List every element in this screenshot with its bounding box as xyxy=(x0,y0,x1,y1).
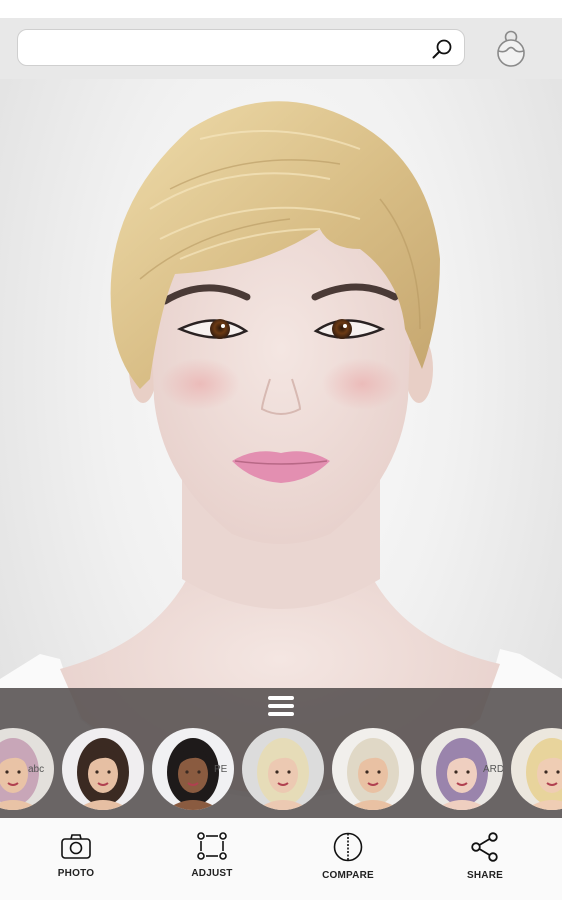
hairstyle-photo xyxy=(256,738,310,810)
hairstyle-thumbnail[interactable]: ARDS xyxy=(421,728,503,810)
right-cheek xyxy=(322,358,402,410)
bottom-toolbar: PHOTO ADJUST COMPARE SHARE xyxy=(0,818,562,900)
hairstyle-photo: GR xyxy=(525,738,562,810)
top-bar xyxy=(0,18,562,79)
adjust-label: ADJUST xyxy=(191,868,233,879)
hairstyle-thumbnail[interactable]: PE xyxy=(152,728,234,810)
share-button[interactable]: SHARE xyxy=(440,832,530,892)
search-field[interactable] xyxy=(17,29,465,66)
share-icon xyxy=(471,832,498,862)
search-input[interactable] xyxy=(28,36,432,62)
search-icon[interactable] xyxy=(430,37,454,61)
hairstyle-photo xyxy=(346,738,400,810)
hamburger-menu-icon[interactable] xyxy=(266,694,296,720)
hairstyle-thumbnail[interactable] xyxy=(242,728,324,810)
hairstyle-thumbnail[interactable]: GR xyxy=(511,728,562,810)
thumbnail-backdrop-text: PE xyxy=(214,764,228,775)
hairstyle-tray: abc PE ARDS GR xyxy=(0,688,562,818)
compare-button[interactable]: COMPARE xyxy=(303,832,393,892)
hairstyle-photo: ARDS xyxy=(435,738,503,810)
share-label: SHARE xyxy=(466,870,503,881)
hairstyle-thumbnail[interactable]: abc xyxy=(0,728,54,810)
hairstyle-photo: abc xyxy=(0,738,44,810)
hairstyle-thumbnail[interactable] xyxy=(62,728,144,810)
hairstyle-thumbnail[interactable] xyxy=(332,728,414,810)
compare-label: COMPARE xyxy=(322,870,374,881)
face-profile-icon[interactable] xyxy=(494,28,528,68)
photo-label: PHOTO xyxy=(57,868,95,879)
adjust-icon xyxy=(197,832,227,860)
hairstyle-photo: PE xyxy=(166,738,228,810)
photo-button[interactable]: PHOTO xyxy=(31,832,121,892)
left-cheek xyxy=(160,358,240,410)
status-bar xyxy=(0,0,562,18)
camera-icon xyxy=(61,834,91,859)
thumbnail-backdrop-text: ARDS xyxy=(483,764,503,775)
thumbnail-backdrop-text: abc xyxy=(28,764,44,775)
compare-icon xyxy=(333,832,363,862)
hairstyle-photo xyxy=(76,738,130,810)
adjust-button[interactable]: ADJUST xyxy=(167,832,257,892)
